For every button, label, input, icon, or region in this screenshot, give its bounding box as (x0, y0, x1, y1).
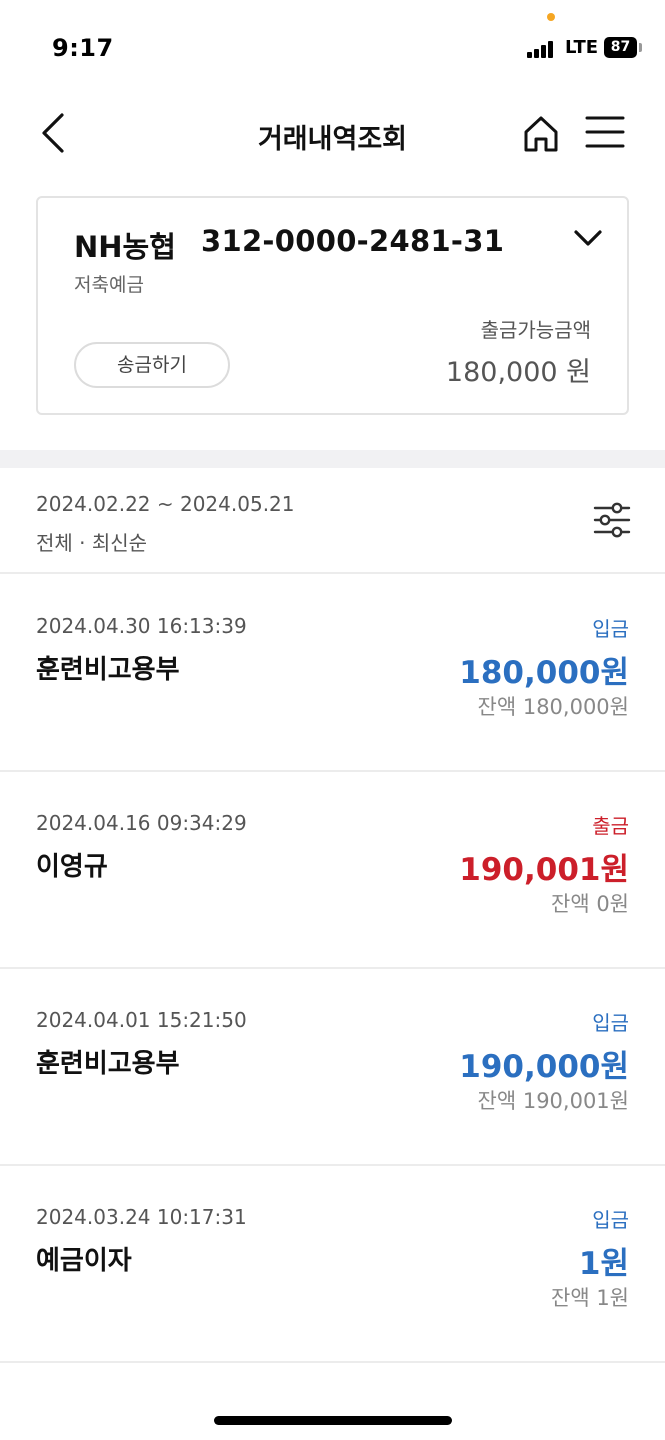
battery-level: 87 (610, 39, 631, 55)
sliders-icon (593, 502, 631, 538)
cellular-signal-icon (527, 40, 559, 58)
transaction-type: 입금 (592, 617, 629, 641)
available-balance-amount: 180,000 원 (445, 357, 591, 388)
privacy-indicator-dot (547, 13, 555, 21)
transaction-list: 2024.04.30 16:13:39 훈련비고용부 입금 180,000원 잔… (0, 575, 665, 1363)
filter-bar: 2024.02.22 ~ 2024.05.21 전체 · 최신순 (0, 468, 665, 574)
transaction-counterparty: 훈련비고용부 (36, 655, 180, 685)
transaction-balance: 잔액 190,001원 (477, 1089, 629, 1113)
transaction-amount: 1원 (578, 1246, 629, 1282)
transaction-counterparty: 예금이자 (36, 1246, 132, 1276)
transaction-row[interactable]: 2024.04.30 16:13:39 훈련비고용부 입금 180,000원 잔… (0, 575, 665, 772)
status-time: 9:17 (52, 34, 114, 62)
home-icon (524, 116, 558, 152)
battery-tip (639, 43, 642, 52)
hamburger-menu-icon (585, 116, 625, 148)
sort-filter-summary: 전체 · 최신순 (36, 531, 148, 555)
battery-icon: 87 (604, 37, 637, 58)
transaction-type: 입금 (592, 1208, 629, 1232)
transaction-balance: 잔액 180,000원 (477, 695, 629, 719)
transaction-counterparty: 이영규 (36, 852, 108, 882)
menu-button[interactable] (584, 113, 626, 151)
status-bar: 9:17 LTE 87 (0, 0, 665, 90)
transaction-type: 출금 (592, 814, 629, 838)
transaction-type: 입금 (592, 1011, 629, 1035)
transaction-counterparty: 훈련비고용부 (36, 1049, 180, 1079)
transaction-datetime: 2024.04.01 15:21:50 (36, 1008, 247, 1032)
available-balance-label: 출금가능금액 (480, 318, 591, 342)
account-card: NH농협 312-0000-2481-31 저축예금 송금하기 출금가능금액 1… (36, 196, 629, 415)
page-title: 거래내역조회 (257, 124, 408, 155)
transaction-amount: 180,000원 (459, 655, 629, 691)
home-button[interactable] (520, 113, 562, 155)
transaction-row[interactable]: 2024.04.01 15:21:50 훈련비고용부 입금 190,000원 잔… (0, 969, 665, 1166)
section-divider (0, 450, 665, 468)
account-selector-toggle[interactable] (572, 224, 604, 252)
transfer-button[interactable]: 송금하기 (74, 342, 230, 388)
account-type: 저축예금 (74, 274, 144, 296)
network-type: LTE (565, 37, 599, 58)
nav-bar: 거래내역조회 (0, 95, 665, 175)
chevron-down-icon (574, 230, 602, 246)
transaction-balance: 잔액 0원 (551, 892, 629, 916)
transaction-amount: 190,000원 (459, 1049, 629, 1085)
transaction-row[interactable]: 2024.03.24 10:17:31 예금이자 입금 1원 잔액 1원 (0, 1166, 665, 1363)
transaction-datetime: 2024.03.24 10:17:31 (36, 1205, 247, 1229)
bank-name: NH농협 (74, 230, 176, 264)
account-number: 312-0000-2481-31 (201, 224, 505, 258)
transaction-balance: 잔액 1원 (551, 1286, 629, 1310)
home-indicator[interactable] (214, 1416, 452, 1425)
transaction-row[interactable]: 2024.04.16 09:34:29 이영규 출금 190,001원 잔액 0… (0, 772, 665, 969)
date-range: 2024.02.22 ~ 2024.05.21 (36, 492, 295, 516)
transaction-datetime: 2024.04.30 16:13:39 (36, 614, 247, 638)
filter-button[interactable] (592, 500, 632, 540)
transaction-amount: 190,001원 (459, 852, 629, 888)
transaction-datetime: 2024.04.16 09:34:29 (36, 811, 247, 835)
